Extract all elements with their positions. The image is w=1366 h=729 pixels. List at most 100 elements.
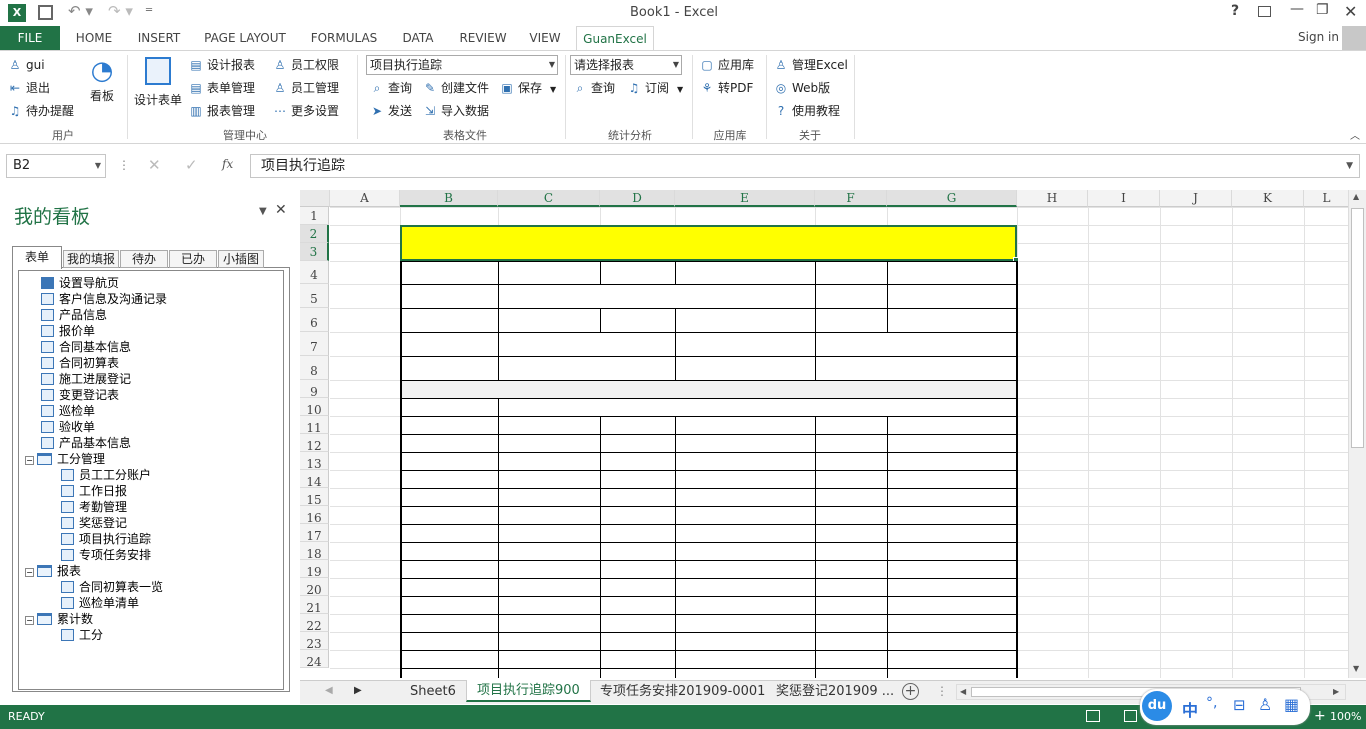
row-header[interactable]: 7 <box>300 332 329 356</box>
form-manage-button[interactable]: ▤ 表单管理 <box>189 78 255 98</box>
collapse-toggle-icon[interactable]: − <box>25 616 34 625</box>
close-button[interactable]: ✕ <box>1344 2 1357 21</box>
sheet-tab[interactable]: 奖惩登记201909 ... <box>766 681 904 703</box>
tree-item[interactable]: 合同初算表一览 <box>61 579 163 595</box>
scroll-up-icon[interactable]: ▲ <box>1353 192 1359 201</box>
account-icon[interactable]: ♙ <box>1258 695 1272 714</box>
row-header[interactable]: 10 <box>300 398 329 417</box>
enter-formula-icon[interactable]: ✓ <box>185 156 198 174</box>
tree-item[interactable]: 变更登记表 <box>41 387 119 403</box>
report-select[interactable]: 请选择报表 ▼ <box>570 55 682 75</box>
column-header[interactable]: J <box>1160 190 1232 207</box>
row-header[interactable]: 24 <box>300 650 329 669</box>
row-header[interactable]: 13 <box>300 452 329 471</box>
row-header[interactable]: 20 <box>300 578 329 597</box>
tree-folder[interactable]: − 工分管理 <box>25 451 105 467</box>
excel-icon[interactable]: X <box>8 4 26 22</box>
restore-button[interactable]: ❐ <box>1316 2 1329 18</box>
tree-item[interactable]: 验收单 <box>41 419 95 435</box>
tree-item[interactable]: 考勤管理 <box>61 499 127 515</box>
user-avatar-icon[interactable] <box>1342 26 1366 50</box>
redo-icon[interactable]: ↷ ▾ <box>108 2 133 20</box>
zoom-level[interactable]: 100% <box>1330 710 1361 723</box>
row-header[interactable]: 8 <box>300 356 329 380</box>
import-data-button[interactable]: ⇲ 导入数据 <box>423 101 489 121</box>
ribbon-display-icon[interactable] <box>1258 6 1271 17</box>
cancel-formula-icon[interactable]: ✕ <box>148 156 161 174</box>
app-store-button[interactable]: ▢ 应用库 <box>700 55 754 75</box>
column-header[interactable]: I <box>1088 190 1160 207</box>
collapse-ribbon-icon[interactable]: ︿ <box>1350 127 1360 142</box>
to-pdf-button[interactable]: ⚘ 转PDF <box>700 78 754 98</box>
tree-item[interactable]: 产品基本信息 <box>41 435 131 451</box>
sheet-tab[interactable]: 专项任务安排201909-0001 <box>590 681 775 703</box>
pane-options-icon[interactable]: ▼ <box>259 206 267 217</box>
user-button[interactable]: ♙ gui <box>8 55 45 75</box>
tree-item[interactable]: 巡检单 <box>41 403 95 419</box>
row-header[interactable]: 16 <box>300 506 329 525</box>
row-header[interactable]: 4 <box>300 261 329 284</box>
row-header[interactable]: 19 <box>300 560 329 579</box>
page-layout-view-icon[interactable] <box>1124 710 1137 722</box>
column-header[interactable]: K <box>1232 190 1304 207</box>
tree-folder[interactable]: − 累计数 <box>25 611 93 627</box>
collapse-toggle-icon[interactable]: − <box>25 568 34 577</box>
normal-view-icon[interactable] <box>1086 710 1100 722</box>
permission-button[interactable]: ♙ 员工权限 <box>273 55 339 75</box>
row-header[interactable]: 1 <box>300 207 329 225</box>
create-file-button[interactable]: ✎ 创建文件 <box>423 78 489 98</box>
row-header[interactable]: 21 <box>300 596 329 615</box>
tab-todo[interactable]: 待办 <box>120 250 168 268</box>
sign-in-link[interactable]: Sign in <box>1298 30 1339 44</box>
tree-item[interactable]: 合同基本信息 <box>41 339 131 355</box>
column-header[interactable]: L <box>1304 190 1348 207</box>
kanban-button[interactable]: ◔ 看板 <box>84 55 120 111</box>
tab-data[interactable]: DATA <box>394 26 442 50</box>
save-button[interactable]: ▣ 保存 ▼ <box>500 78 556 98</box>
formula-input[interactable]: 项目执行追踪 ▼ <box>250 154 1360 178</box>
undo-icon[interactable]: ↶ ▾ <box>68 2 93 20</box>
query-button[interactable]: ⌕ 查询 <box>370 78 412 98</box>
baidu-ime-logo-icon[interactable]: du <box>1142 691 1172 721</box>
tree-item[interactable]: 项目执行追踪 <box>61 531 151 547</box>
row-header[interactable]: 6 <box>300 308 329 332</box>
tutorial-button[interactable]: ? 使用教程 <box>774 101 840 121</box>
prev-sheet-icon[interactable]: ◀ <box>325 685 333 696</box>
tree-item[interactable]: 客户信息及沟通记录 <box>41 291 167 307</box>
new-sheet-icon[interactable]: + <box>902 683 919 700</box>
tab-form[interactable]: 表单 <box>12 246 62 269</box>
row-header[interactable]: 9 <box>300 380 329 399</box>
row-header[interactable]: 23 <box>300 632 329 651</box>
row-header[interactable]: 12 <box>300 434 329 453</box>
next-sheet-icon[interactable]: ▶ <box>354 685 362 696</box>
name-box[interactable]: B2 ▼ <box>6 154 106 178</box>
tree-item[interactable]: 施工进展登记 <box>41 371 131 387</box>
tree-item[interactable]: 奖惩登记 <box>61 515 127 531</box>
minimize-button[interactable]: — <box>1290 1 1304 17</box>
column-header[interactable]: D <box>600 190 675 207</box>
tab-widgets[interactable]: 小插图 <box>218 250 264 268</box>
ime-mode[interactable]: 中 <box>1182 697 1198 721</box>
customize-qat-icon[interactable]: ═ <box>146 5 152 16</box>
row-header[interactable]: 18 <box>300 542 329 561</box>
tab-view[interactable]: VIEW <box>522 26 568 50</box>
scroll-left-icon[interactable]: ◀ <box>960 687 966 696</box>
row-header[interactable]: 5 <box>300 284 329 308</box>
tree-item[interactable]: 报价单 <box>41 323 95 339</box>
column-header[interactable]: C <box>498 190 600 207</box>
column-header[interactable]: F <box>815 190 887 207</box>
tab-guanexcel[interactable]: GuanExcel <box>576 26 654 51</box>
row-header[interactable]: 2 <box>300 225 329 243</box>
tree-item[interactable]: 设置导航页 <box>41 275 119 291</box>
tree-item[interactable]: 工分 <box>61 627 103 643</box>
tab-insert[interactable]: INSERT <box>130 26 188 50</box>
column-header[interactable]: E <box>675 190 815 207</box>
collapse-toggle-icon[interactable]: − <box>25 456 34 465</box>
help-button[interactable]: ? <box>1231 3 1239 19</box>
toolbox-icon[interactable]: ⊟ <box>1233 696 1246 714</box>
zoom-in-icon[interactable]: + <box>1314 708 1326 724</box>
column-header[interactable]: H <box>1017 190 1088 207</box>
expand-formula-icon[interactable]: ▼ <box>1346 155 1353 177</box>
more-settings-button[interactable]: ⋯ 更多设置 <box>273 101 339 121</box>
web-version-button[interactable]: ◎ Web版 <box>774 78 830 98</box>
